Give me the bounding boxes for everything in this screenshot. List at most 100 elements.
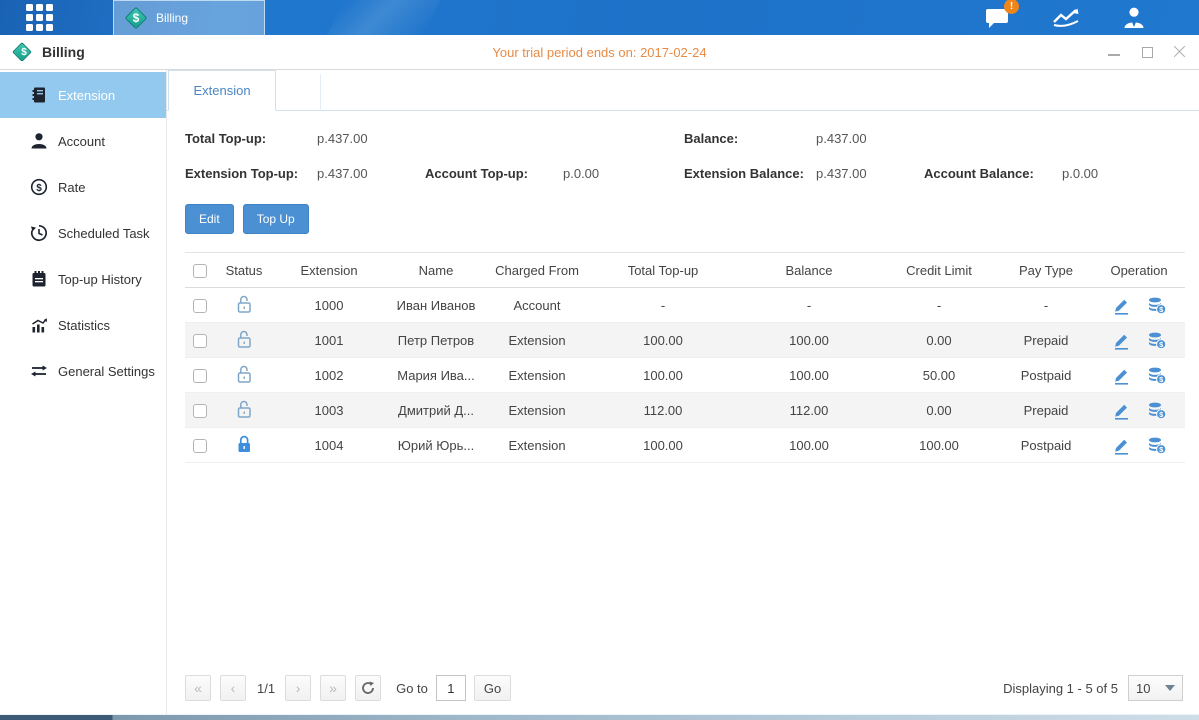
extension-table: Status Extension Name Charged From Total…: [185, 252, 1185, 463]
next-page-button[interactable]: ›: [285, 675, 311, 701]
refresh-icon: [361, 681, 375, 695]
table-row[interactable]: 1000Иван ИвановAccount----$: [185, 288, 1185, 323]
cell-total-top-up: -: [587, 288, 739, 323]
page-size-select[interactable]: 10: [1128, 675, 1183, 701]
first-page-button[interactable]: «: [185, 675, 211, 701]
select-all-checkbox[interactable]: [193, 264, 207, 278]
cell-pay-type: Prepaid: [999, 393, 1093, 428]
edit-pencil-icon: [1112, 296, 1131, 315]
row-checkbox[interactable]: [193, 299, 207, 313]
messages-button[interactable]: !: [981, 5, 1015, 31]
last-page-button[interactable]: »: [320, 675, 346, 701]
sidebar-item-account[interactable]: Account: [0, 118, 166, 164]
cell-pay-type: Prepaid: [999, 323, 1093, 358]
cell-pay-type: Postpaid: [999, 358, 1093, 393]
user-account-button[interactable]: [1117, 5, 1151, 31]
top-up-button[interactable]: Top Up: [243, 204, 309, 234]
cell-name: Иван Иванов: [385, 288, 487, 323]
main-content: Extension Total Top-up: p.437.00 Extensi…: [167, 70, 1199, 714]
sidebar-item-label: Rate: [58, 180, 85, 195]
sidebar-item-topup-history[interactable]: Top-up History: [0, 256, 166, 302]
user-icon: [1121, 6, 1147, 30]
row-checkbox[interactable]: [193, 334, 207, 348]
billing-diamond-dollar-icon: $: [124, 6, 148, 30]
row-edit-button[interactable]: [1112, 436, 1131, 455]
goto-page-input[interactable]: [436, 675, 466, 701]
general-settings-arrows-icon: [30, 362, 48, 380]
table-row[interactable]: 1004Юрий Юрь...Extension100.00100.00100.…: [185, 428, 1185, 463]
table-header-row: Status Extension Name Charged From Total…: [185, 253, 1185, 288]
total-topup-label: Total Top-up:: [185, 131, 317, 146]
page-indicator: 1/1: [257, 681, 275, 696]
window-title: Billing: [42, 44, 85, 60]
cell-balance: -: [739, 288, 879, 323]
maximize-icon[interactable]: [1140, 45, 1154, 59]
total-topup-value: p.437.00: [317, 131, 425, 146]
table-row[interactable]: 1002Мария Ива...Extension100.00100.0050.…: [185, 358, 1185, 393]
sidebar-item-statistics[interactable]: Statistics: [0, 302, 166, 348]
row-top-up-button[interactable]: $: [1147, 401, 1167, 420]
cell-extension: 1000: [273, 288, 385, 323]
row-edit-button[interactable]: [1112, 401, 1131, 420]
goto-label: Go to: [396, 681, 428, 696]
cell-credit-limit: 0.00: [879, 323, 999, 358]
account-topup-value: p.0.00: [563, 166, 684, 181]
close-icon[interactable]: [1173, 45, 1187, 59]
row-edit-button[interactable]: [1112, 296, 1131, 315]
statistics-chart-button[interactable]: [1049, 5, 1083, 31]
cell-charged-from: Extension: [487, 358, 587, 393]
extension-topup-label: Extension Top-up:: [185, 166, 317, 181]
lock-open-icon: [235, 294, 253, 314]
go-button[interactable]: Go: [474, 675, 511, 701]
cell-credit-limit: -: [879, 288, 999, 323]
extension-balance-label: Extension Balance:: [684, 166, 816, 181]
page-size-value: 10: [1136, 681, 1150, 696]
sidebar-item-extension[interactable]: Extension: [0, 72, 166, 118]
row-top-up-button[interactable]: $: [1147, 296, 1167, 315]
lock-closed-icon: [235, 434, 253, 454]
tab-extension[interactable]: Extension: [168, 70, 276, 111]
topup-history-notepad-icon: [30, 270, 48, 288]
cell-total-top-up: 100.00: [587, 428, 739, 463]
cell-charged-from: Extension: [487, 393, 587, 428]
refresh-button[interactable]: [355, 675, 381, 701]
sidebar-item-scheduled-task[interactable]: Scheduled Task: [0, 210, 166, 256]
toolbar: Edit Top Up: [167, 187, 1199, 234]
row-checkbox[interactable]: [193, 369, 207, 383]
sidebar-item-general-settings[interactable]: General Settings: [0, 348, 166, 394]
table-row[interactable]: 1003Дмитрий Д...Extension112.00112.000.0…: [185, 393, 1185, 428]
sidebar-item-label: Statistics: [58, 318, 110, 333]
cell-extension: 1004: [273, 428, 385, 463]
cell-credit-limit: 50.00: [879, 358, 999, 393]
row-top-up-button[interactable]: $: [1147, 366, 1167, 385]
statistics-chart-icon: [1052, 7, 1080, 29]
sidebar-item-rate[interactable]: $ Rate: [0, 164, 166, 210]
row-checkbox[interactable]: [193, 439, 207, 453]
cell-name: Петр Петров: [385, 323, 487, 358]
tab-strip: Extension: [167, 70, 1199, 111]
minimize-icon[interactable]: [1107, 45, 1121, 59]
row-top-up-button[interactable]: $: [1147, 436, 1167, 455]
row-edit-button[interactable]: [1112, 331, 1131, 350]
taskbar-billing-tab[interactable]: $ Billing: [113, 0, 265, 35]
balance-label: Balance:: [684, 131, 816, 146]
top-up-coins-icon: $: [1147, 296, 1167, 315]
app-launcher-button[interactable]: [0, 0, 78, 35]
table-row[interactable]: 1001Петр ПетровExtension100.00100.000.00…: [185, 323, 1185, 358]
cell-name: Дмитрий Д...: [385, 393, 487, 428]
chevron-down-icon: [1165, 685, 1175, 691]
apps-grid-icon: [26, 4, 53, 31]
table-body: 1000Иван ИвановAccount----$1001Петр Петр…: [185, 288, 1185, 463]
prev-page-button[interactable]: ‹: [220, 675, 246, 701]
cell-total-top-up: 100.00: [587, 323, 739, 358]
billing-app-window: $ Billing !: [0, 0, 1199, 720]
row-edit-button[interactable]: [1112, 366, 1131, 385]
sidebar: Extension Account $ Rate: [0, 70, 167, 714]
billing-diamond-dollar-icon: $: [12, 42, 36, 62]
row-checkbox[interactable]: [193, 404, 207, 418]
window-title-group: $ Billing: [12, 42, 85, 62]
edit-button[interactable]: Edit: [185, 204, 234, 234]
col-status: Status: [215, 253, 273, 288]
window-titlebar: $ Billing Your trial period ends on: 201…: [0, 35, 1199, 70]
row-top-up-button[interactable]: $: [1147, 331, 1167, 350]
